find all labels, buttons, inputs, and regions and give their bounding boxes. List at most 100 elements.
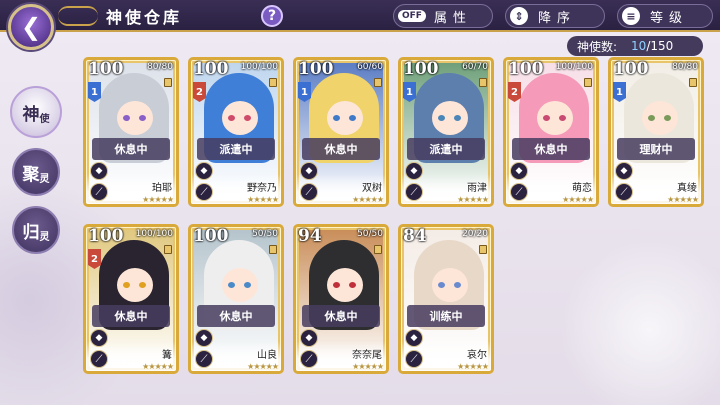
order-icon: ⇕ bbox=[510, 7, 528, 25]
star-rating: ★★★★★ bbox=[352, 362, 384, 371]
lock-icon bbox=[164, 245, 172, 254]
unit-affinity: 60/60 bbox=[357, 62, 383, 72]
element-icon: ◆ bbox=[195, 162, 213, 180]
unit-name: 雨津 bbox=[467, 183, 487, 194]
back-button[interactable]: ❮ bbox=[8, 4, 54, 50]
side-tab-sublabel: 灵 bbox=[39, 231, 50, 243]
unit-card[interactable]: 100 80/80 1 休息中 ◆ ⟋ 珀耶 ★★★★★ bbox=[83, 57, 179, 207]
unit-count-label: 神使数: bbox=[577, 39, 618, 54]
sort-by-button[interactable]: ≡ 等级 bbox=[617, 4, 713, 28]
star-rating: ★★★★★ bbox=[247, 195, 279, 204]
unit-card[interactable]: 100 100/100 2 派遣中 ◆ ⟋ 野奈乃 ★★★★★ bbox=[188, 57, 284, 207]
unit-name: 双树 bbox=[362, 183, 382, 194]
rank-badge: 1 bbox=[88, 82, 101, 102]
unit-affinity: 50/50 bbox=[357, 229, 383, 239]
side-tab-label: 神 bbox=[22, 104, 40, 125]
star-rating: ★★★★★ bbox=[142, 362, 174, 371]
attribute-toggle-badge: OFF bbox=[398, 10, 426, 22]
unit-affinity: 80/80 bbox=[147, 62, 173, 72]
weapon-icon: ⟋ bbox=[90, 183, 108, 201]
rank-badge: 1 bbox=[613, 82, 626, 102]
element-icon: ◆ bbox=[90, 329, 108, 347]
unit-name: 篝 bbox=[162, 350, 172, 361]
unit-name: 野奈乃 bbox=[247, 183, 277, 194]
unit-name: 山良 bbox=[257, 350, 277, 361]
unit-count-current: 10 bbox=[631, 39, 647, 53]
star-rating: ★★★★★ bbox=[667, 195, 699, 204]
portrait-eye bbox=[123, 282, 130, 288]
side-tab-2[interactable]: 聚灵 bbox=[12, 148, 60, 196]
weapon-icon: ⟋ bbox=[405, 183, 423, 201]
portrait-eye bbox=[244, 282, 251, 288]
element-icon: ◆ bbox=[405, 329, 423, 347]
unit-name: 真绫 bbox=[677, 183, 697, 194]
unit-card[interactable]: 100 50/50 休息中 ◆ ⟋ 山良 ★★★★★ bbox=[188, 224, 284, 374]
portrait-eye bbox=[349, 115, 356, 121]
unit-card[interactable]: 100 60/70 1 派遣中 ◆ ⟋ 雨津 ★★★★★ bbox=[398, 57, 494, 207]
unit-card[interactable]: 100 60/60 1 休息中 ◆ ⟋ 双树 ★★★★★ bbox=[293, 57, 389, 207]
portrait-eye bbox=[333, 282, 340, 288]
lock-icon bbox=[479, 78, 487, 87]
unit-affinity: 100/100 bbox=[135, 229, 173, 239]
portrait-eye bbox=[139, 282, 146, 288]
weapon-icon: ⟋ bbox=[90, 350, 108, 368]
element-icon: ◆ bbox=[615, 162, 633, 180]
rank-badge: 1 bbox=[403, 82, 416, 102]
portrait-eye bbox=[664, 115, 671, 121]
unit-card[interactable]: 100 100/100 2 休息中 ◆ ⟋ 萌恋 ★★★★★ bbox=[503, 57, 599, 207]
unit-level: 100 bbox=[88, 59, 124, 79]
help-button[interactable]: ? bbox=[261, 5, 283, 27]
order-button[interactable]: ⇕ 降序 bbox=[505, 4, 605, 28]
portrait-eye bbox=[139, 115, 146, 121]
element-icon: ◆ bbox=[300, 162, 318, 180]
portrait-eye bbox=[454, 282, 461, 288]
unit-card[interactable]: 100 80/80 1 理财中 ◆ ⟋ 真绫 ★★★★★ bbox=[608, 57, 704, 207]
unit-card[interactable]: 94 50/50 休息中 ◆ ⟋ 奈奈尾 ★★★★★ bbox=[293, 224, 389, 374]
weapon-icon: ⟋ bbox=[510, 183, 528, 201]
back-arrow-icon: ❮ bbox=[20, 13, 42, 41]
unit-affinity: 100/100 bbox=[240, 62, 278, 72]
lock-icon bbox=[479, 245, 487, 254]
lock-icon bbox=[164, 78, 172, 87]
star-rating: ★★★★★ bbox=[562, 195, 594, 204]
unit-card[interactable]: 100 100/100 2 休息中 ◆ ⟋ 篝 ★★★★★ bbox=[83, 224, 179, 374]
element-icon: ◆ bbox=[405, 162, 423, 180]
attribute-filter-label: 属性 bbox=[433, 10, 472, 26]
side-tab-label: 聚 bbox=[22, 164, 40, 185]
weapon-icon: ⟋ bbox=[300, 183, 318, 201]
unit-status: 休息中 bbox=[92, 138, 170, 160]
unit-name: 奈奈尾 bbox=[352, 350, 382, 361]
unit-count-max: /150 bbox=[646, 39, 674, 53]
portrait-eye bbox=[349, 282, 356, 288]
star-rating: ★★★★★ bbox=[457, 362, 489, 371]
star-rating: ★★★★★ bbox=[352, 195, 384, 204]
rank-badge: 1 bbox=[298, 82, 311, 102]
sort-icon: ≡ bbox=[622, 7, 640, 25]
unit-status: 休息中 bbox=[302, 138, 380, 160]
side-tab-1[interactable]: 神使 bbox=[10, 86, 62, 138]
portrait-eye bbox=[244, 115, 251, 121]
title-ornament bbox=[58, 6, 98, 26]
unit-affinity: 20/20 bbox=[462, 229, 488, 239]
unit-status: 休息中 bbox=[512, 138, 590, 160]
portrait-eye bbox=[559, 115, 566, 121]
page-title: 神使仓库 bbox=[106, 8, 183, 27]
rank-badge: 2 bbox=[508, 82, 521, 102]
unit-affinity: 100/100 bbox=[555, 62, 593, 72]
side-tab-label: 归 bbox=[22, 222, 40, 243]
attribute-filter-button[interactable]: OFF 属性 bbox=[393, 4, 493, 28]
help-icon: ? bbox=[267, 8, 277, 24]
side-tab-sublabel: 使 bbox=[39, 113, 50, 125]
unit-name: 哀尔 bbox=[467, 350, 487, 361]
star-rating: ★★★★★ bbox=[247, 362, 279, 371]
portrait-eye bbox=[454, 115, 461, 121]
unit-level: 100 bbox=[613, 59, 649, 79]
side-tab-3[interactable]: 归灵 bbox=[12, 206, 60, 254]
rank-badge: 2 bbox=[88, 249, 101, 269]
unit-level: 84 bbox=[403, 226, 427, 246]
unit-card[interactable]: 84 20/20 训练中 ◆ ⟋ 哀尔 ★★★★★ bbox=[398, 224, 494, 374]
unit-level: 100 bbox=[193, 59, 229, 79]
element-icon: ◆ bbox=[195, 329, 213, 347]
portrait-eye bbox=[228, 115, 235, 121]
order-label: 降序 bbox=[538, 10, 577, 26]
